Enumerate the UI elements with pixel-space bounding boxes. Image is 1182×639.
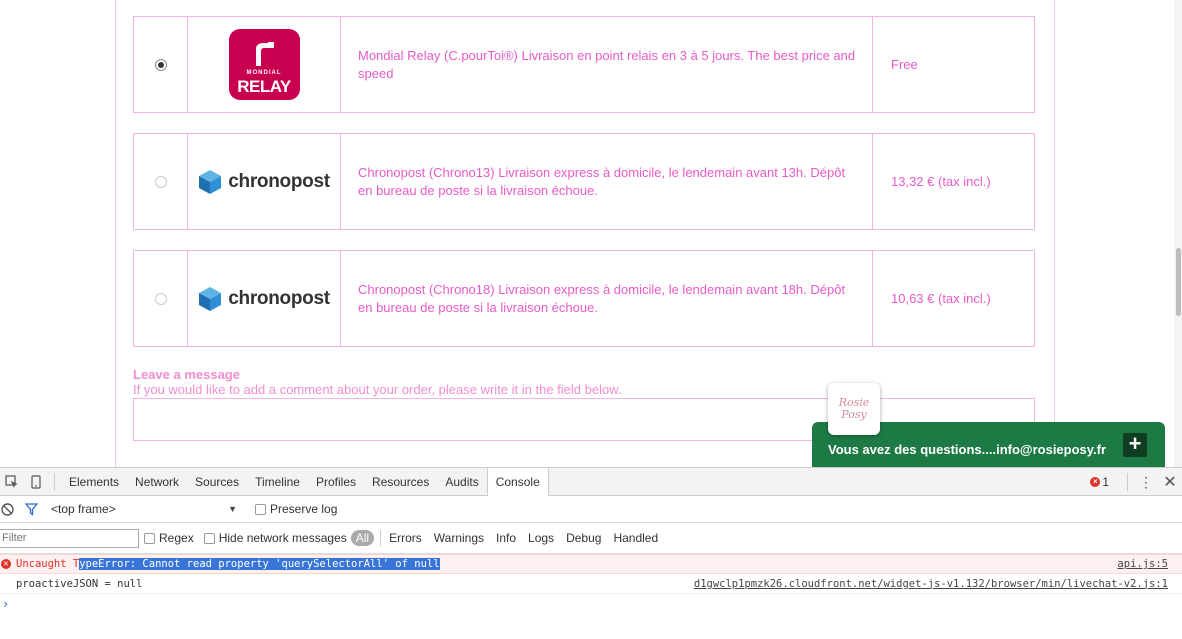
carrier-row-mondial-relay[interactable]: MONDIAL RELAY Mondial Relay (C.pourToi®)… [133,16,1035,113]
regex-option[interactable]: Regex [144,531,194,545]
carrier-radio[interactable] [154,175,167,188]
carrier-description: Mondial Relay (C.pourToi®) Livraison en … [341,17,873,112]
level-warnings[interactable]: Warnings [428,531,490,545]
chronopost-logo-text: chronopost [228,287,330,309]
close-devtools-icon[interactable]: ✕ [1158,470,1182,494]
level-handled[interactable]: Handled [607,531,664,545]
carrier-description: Chronopost (Chrono13) Livraison express … [341,134,873,229]
console-messages: × Uncaught TypeError: Cannot read proper… [0,554,1182,614]
carrier-row-chrono13[interactable]: chronopost Chronopost (Chrono13) Livrais… [133,133,1035,230]
hide-network-checkbox[interactable] [203,532,215,544]
avatar-text-line2: Posy [841,408,867,421]
level-errors[interactable]: Errors [383,531,428,545]
carrier-radio-cell[interactable] [134,134,188,229]
tab-resources[interactable]: Resources [364,468,437,496]
tab-timeline[interactable]: Timeline [247,468,308,496]
error-selected-text: ypeError: Cannot read property 'querySel… [79,558,440,570]
chronopost-logo: chronopost [198,286,330,312]
web-page: MONDIAL RELAY Mondial Relay (C.pourToi®)… [0,0,1182,467]
tab-audits[interactable]: Audits [437,468,486,496]
hide-network-option[interactable]: Hide network messages [203,531,347,545]
carrier-radio-selected[interactable] [154,58,167,71]
frame-select-dropdown[interactable]: <top frame> ▼ [43,499,243,519]
rosie-posy-chat-avatar[interactable]: Rosie Posy [828,383,880,435]
chronopost-cube-icon [199,169,222,194]
devtools-tabbar: Elements Network Sources Timeline Profil… [0,467,1182,496]
devtools-panel: Elements Network Sources Timeline Profil… [0,467,1182,639]
tab-network[interactable]: Network [127,468,187,496]
tab-elements[interactable]: Elements [61,468,127,496]
carrier-price: 13,32 € (tax incl.) [891,174,991,189]
mondial-relay-mark-icon [255,42,274,66]
level-logs[interactable]: Logs [522,531,560,545]
clear-console-icon[interactable] [0,497,19,521]
livechat-label: Vous avez des questions....info@rosiepos… [828,441,1107,457]
chronopost-logo-text: chronopost [228,170,330,192]
page-scrollbar-thumb[interactable] [1176,248,1181,316]
level-info[interactable]: Info [490,531,522,545]
error-source-link[interactable]: api.js:5 [1117,558,1168,570]
error-icon: × [1,559,11,569]
hide-network-label: Hide network messages [218,531,347,545]
toolbar-divider [1127,473,1128,491]
devtools-right-controls: × 1 ⋮ ✕ [1090,468,1182,496]
console-filter-bar: Regex Hide network messages All Errors W… [0,523,1182,554]
console-log-message[interactable]: proactiveJSON = null d1gwclp1pmzk26.clou… [0,574,1182,594]
level-debug[interactable]: Debug [560,531,607,545]
carrier-price: Free [891,57,918,72]
livechat-expand-button[interactable]: + [1123,433,1147,457]
carrier-row-chrono18[interactable]: chronopost Chronopost (Chrono18) Livrais… [133,250,1035,347]
preserve-log-option[interactable]: Preserve log [255,502,337,516]
device-mode-icon[interactable] [24,470,48,494]
error-prefix: Uncaught T [16,558,80,570]
carrier-price: 10,63 € (tax incl.) [891,291,991,306]
error-icon: × [1090,477,1101,487]
console-error-message[interactable]: × Uncaught TypeError: Cannot read proper… [0,554,1182,574]
chevron-down-icon: ▼ [228,504,237,514]
toolbar-divider [54,472,55,491]
carrier-logo-cell: chronopost [188,134,341,229]
page-scrollbar-track[interactable] [1174,0,1182,467]
console-prompt-input[interactable]: › [0,594,1182,614]
filter-icon[interactable] [19,497,43,521]
chronopost-cube-icon [199,286,222,311]
carrier-logo-cell: chronopost [188,251,341,346]
carrier-radio-cell[interactable] [134,17,188,112]
carrier-radio-cell[interactable] [134,251,188,346]
carrier-description: Chronopost (Chrono18) Livraison express … [341,251,873,346]
console-toolbar: <top frame> ▼ Preserve log [0,496,1182,523]
tab-console[interactable]: Console [486,467,549,496]
log-text: proactiveJSON = null [16,577,143,590]
regex-label: Regex [159,531,194,545]
mondial-logo-big-text: RELAY [237,77,291,96]
error-counter[interactable]: × 1 [1090,475,1109,489]
level-all[interactable]: All [350,530,375,546]
more-options-icon[interactable]: ⋮ [1134,470,1158,494]
preserve-log-checkbox[interactable] [255,503,266,515]
leave-message-title: Leave a message [133,367,240,382]
tab-sources[interactable]: Sources [187,468,247,496]
prompt-caret-icon: › [2,597,10,611]
error-count-value: 1 [1102,475,1109,489]
frame-select-value: <top frame> [51,502,116,516]
filter-divider [380,530,382,546]
carrier-radio[interactable] [154,292,167,305]
mondial-logo-small-text: MONDIAL [246,70,282,76]
tab-profiles[interactable]: Profiles [308,468,364,496]
preserve-log-label: Preserve log [270,502,338,516]
console-filter-input[interactable] [0,528,139,548]
log-source-link[interactable]: d1gwclp1pmzk26.cloudfront.net/widget-js-… [694,578,1168,590]
inspect-element-icon[interactable] [0,470,24,494]
leave-message-hint: If you would like to add a comment about… [133,382,622,397]
regex-checkbox[interactable] [144,532,155,544]
chronopost-logo: chronopost [198,169,330,195]
carrier-logo-cell: MONDIAL RELAY [188,17,341,112]
mondial-relay-logo: MONDIAL RELAY [228,29,300,100]
